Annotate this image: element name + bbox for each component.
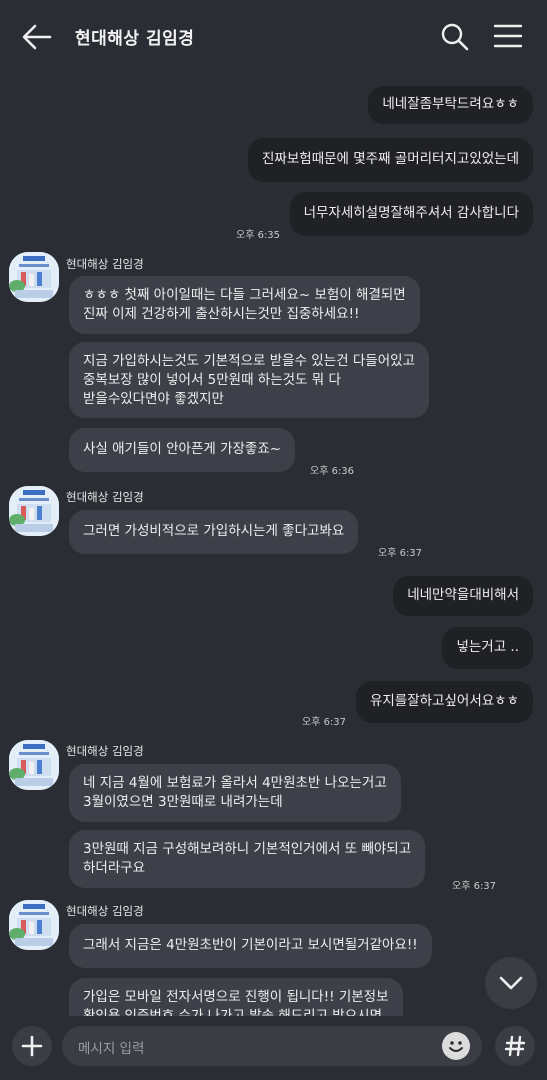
message-timestamp: 오후 6:35 [236, 230, 281, 241]
message-timestamp: 오후 6:37 [378, 548, 423, 559]
search-button[interactable] [440, 22, 470, 52]
avatar[interactable] [9, 252, 59, 302]
scroll-to-bottom-button[interactable] [485, 957, 537, 1009]
chat-header: 현대해상 김임경 [0, 0, 547, 72]
sent-message[interactable]: 넣는거고 .. [442, 627, 533, 669]
profile-image-icon [9, 900, 59, 950]
sent-message[interactable]: 진짜보험때문에 몇주째 골머리터지고있었는데 [248, 138, 533, 182]
message-input-bar: 메시지 입력 [0, 1016, 547, 1080]
sent-message[interactable]: 네네만약을대비해서 [393, 576, 533, 616]
hashtag-button[interactable] [495, 1026, 535, 1066]
message-timestamp: 오후 6:36 [310, 466, 355, 477]
avatar[interactable] [9, 740, 59, 790]
sent-message[interactable]: 유지를잘하고싶어서요ㅎㅎ [355, 681, 533, 723]
profile-image-icon [9, 252, 59, 302]
received-message[interactable]: 네 지금 4월에 보험료가 올라서 4만원초반 나오는거고 3월이였으면 3만원… [69, 764, 401, 822]
avatar[interactable] [9, 486, 59, 536]
chat-title: 현대해상 김임경 [75, 29, 195, 49]
received-message[interactable]: 사실 애기들이 안아픈게 가장좋죠~ [69, 428, 296, 472]
hamburger-menu-icon [493, 24, 523, 48]
message-input[interactable]: 메시지 입력 [62, 1026, 482, 1066]
received-message[interactable]: 3만원때 지금 구성해보려하니 기본적인거에서 또 빼야되고 하더라구요 [69, 830, 426, 888]
received-message[interactable]: 그러면 가성비적으로 가입하시는게 좋다고봐요 [69, 510, 359, 554]
avatar[interactable] [9, 900, 59, 950]
sent-message[interactable]: 너무자세히설명잘해주셔서 감사합니다 [289, 192, 533, 236]
sent-message[interactable]: 네네잘좀부탁드려요ㅎㅎ [368, 86, 533, 124]
menu-button[interactable] [492, 22, 524, 50]
arrow-left-icon [22, 24, 52, 50]
received-message[interactable]: ㅎㅎㅎ 첫째 아이일때는 다들 그러세요~ 보험이 해결되면 진짜 이제 건강하… [69, 276, 420, 334]
message-timestamp: 오후 6:37 [302, 717, 347, 728]
profile-image-icon [9, 740, 59, 790]
emoji-icon [449, 1041, 463, 1052]
message-input-placeholder: 메시지 입력 [78, 1041, 145, 1057]
sender-name: 현대해상 김임경 [66, 904, 144, 918]
plus-icon [21, 1035, 43, 1057]
sender-name: 현대해상 김임경 [66, 490, 144, 504]
back-button[interactable] [20, 22, 54, 52]
hash-icon [504, 1035, 526, 1057]
sender-name: 현대해상 김임경 [66, 744, 144, 758]
sender-name: 현대해상 김임경 [66, 257, 144, 271]
chevron-down-icon [499, 976, 523, 990]
emoji-button[interactable] [442, 1032, 470, 1060]
received-message[interactable]: 그래서 지금은 4만원초반이 기본이라고 보시면될거같아요!! [69, 924, 432, 968]
attach-button[interactable] [12, 1026, 52, 1066]
received-message[interactable]: 지금 가입하시는것도 기본적으로 받을수 있는건 다들어있고 중복보장 많이 넣… [69, 342, 429, 418]
message-timestamp: 오후 6:37 [452, 881, 497, 892]
profile-image-icon [9, 486, 59, 536]
search-icon [441, 23, 469, 51]
